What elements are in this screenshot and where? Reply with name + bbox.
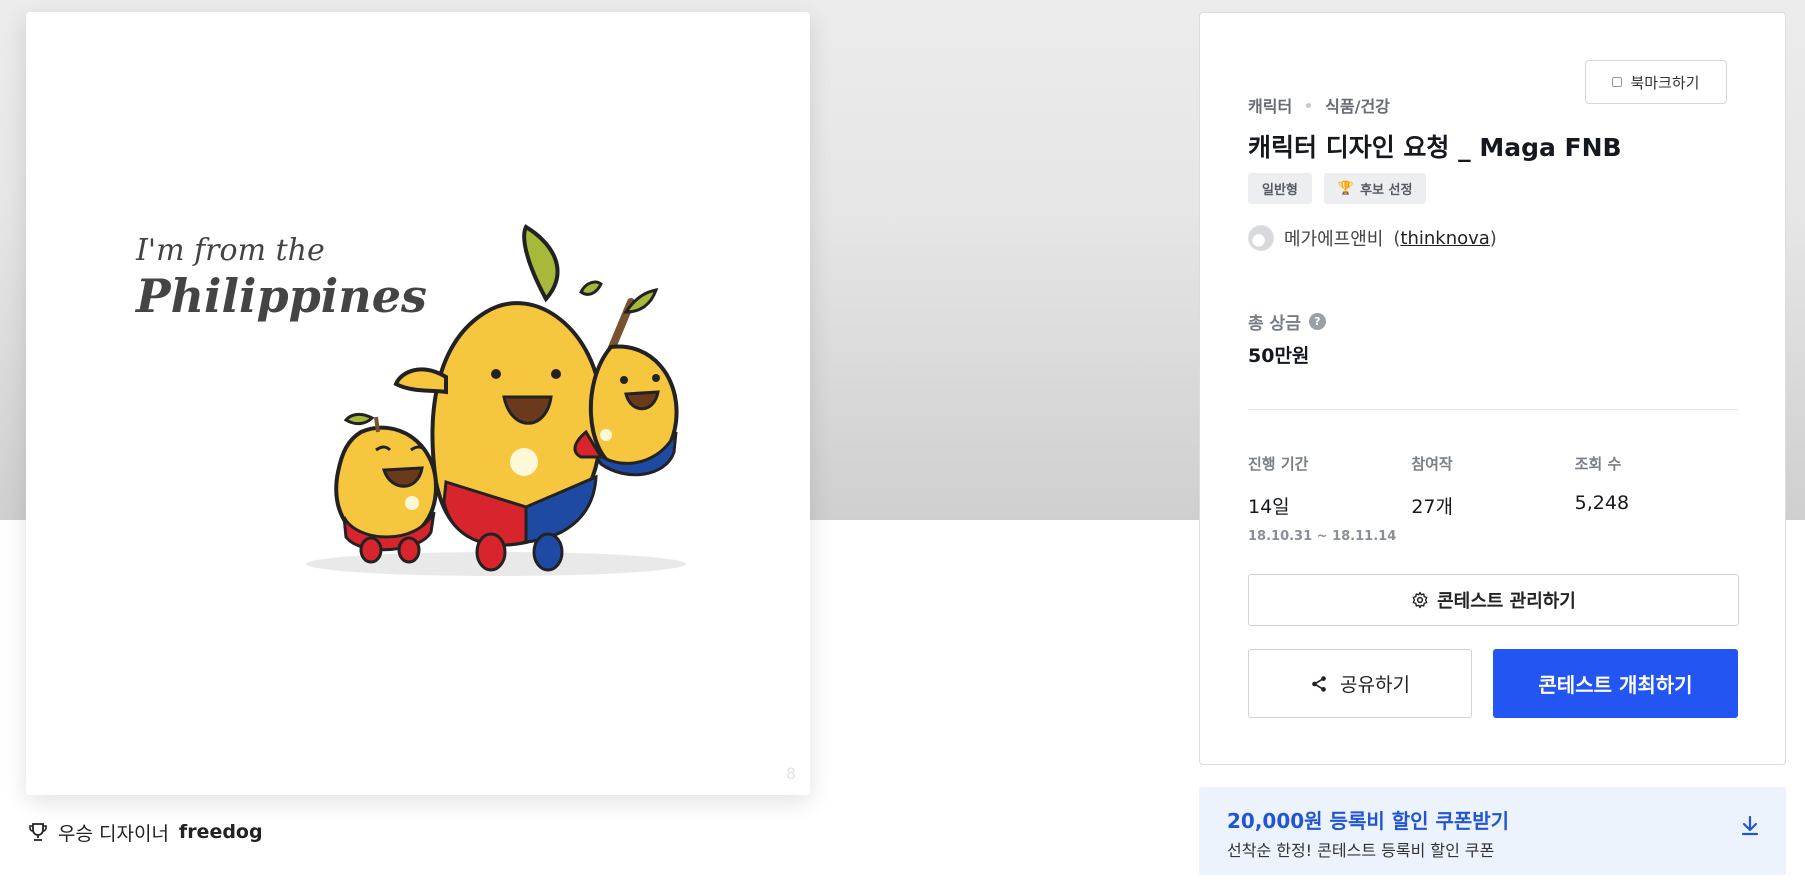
trophy-icon	[29, 823, 47, 841]
share-button[interactable]: 공유하기	[1248, 649, 1472, 718]
bookmark-label: 북마크하기	[1630, 73, 1700, 92]
winner-name[interactable]: freedog	[179, 821, 263, 843]
host-handle-link[interactable]: thinknova	[1400, 228, 1489, 249]
coupon-title: 20,000원 등록비 할인 쿠폰받기	[1227, 809, 1510, 833]
host-info: 메가에프앤비 (thinknova)	[1248, 225, 1497, 251]
prize-label: 총 상금 ?	[1248, 309, 1326, 334]
help-icon[interactable]: ?	[1308, 313, 1326, 330]
contest-info-panel: 캐릭터 식품/건강 북마크하기 캐릭터 디자인 요청 _ Maga FNB 일반…	[1199, 12, 1786, 765]
contest-title: 캐릭터 디자인 요청 _ Maga FNB	[1248, 133, 1622, 162]
breadcrumb-category[interactable]: 캐릭터	[1248, 93, 1292, 117]
bookmark-icon	[1612, 77, 1623, 87]
stat-views: 조회 수 5,248	[1574, 455, 1630, 514]
contest-stats: 진행 기간 14일 18.10.31 ~ 18.11.14 참여작 27개 조회…	[1248, 453, 1738, 544]
artwork-card[interactable]: I'm from the Philippines 8	[26, 12, 810, 795]
gear-icon	[1412, 591, 1428, 609]
stat-duration: 진행 기간 14일 18.10.31 ~ 18.11.14	[1248, 455, 1397, 544]
trophy-icon: 🏆	[1337, 181, 1355, 196]
winner-label: 우승 디자이너	[58, 822, 169, 845]
coupon-banner[interactable]: 20,000원 등록비 할인 쿠폰받기 선착순 한정! 콘테스트 등록비 할인 …	[1199, 787, 1786, 875]
breadcrumb: 캐릭터 식품/건강	[1248, 93, 1390, 117]
share-icon	[1312, 675, 1326, 692]
share-label: 공유하기	[1340, 674, 1410, 696]
mango-character-artwork: I'm from the Philippines	[134, 224, 686, 576]
avatar	[1248, 225, 1274, 251]
artwork-text-line2: Philippines	[134, 269, 427, 323]
tag-list: 일반형 🏆 후보 선정	[1248, 173, 1427, 204]
divider	[1248, 409, 1738, 410]
download-icon[interactable]	[1740, 815, 1760, 837]
breadcrumb-separator	[1306, 102, 1312, 108]
coupon-subtitle: 선착순 한정! 콘테스트 등록비 할인 쿠폰	[1227, 841, 1495, 860]
tag-type: 일반형	[1248, 173, 1312, 204]
manage-contest-button[interactable]: 콘테스트 관리하기	[1248, 574, 1739, 626]
stat-entries: 참여작 27개	[1411, 455, 1453, 518]
page-indicator: 8	[785, 764, 796, 783]
winner-designer: 우승 디자이너 freedog	[28, 817, 263, 847]
host-name: 메가에프앤비	[1284, 229, 1384, 250]
artwork-text-line1: I'm from the	[135, 233, 325, 268]
prize-value: 50만원	[1248, 345, 1310, 367]
host-contest-button[interactable]: 콘테스트 개최하기	[1493, 649, 1738, 718]
breadcrumb-subcategory[interactable]: 식품/건강	[1325, 93, 1390, 117]
tag-candidate: 🏆 후보 선정	[1323, 173, 1427, 204]
manage-contest-label: 콘테스트 관리하기	[1437, 591, 1576, 612]
bookmark-button[interactable]: 북마크하기	[1585, 60, 1727, 104]
